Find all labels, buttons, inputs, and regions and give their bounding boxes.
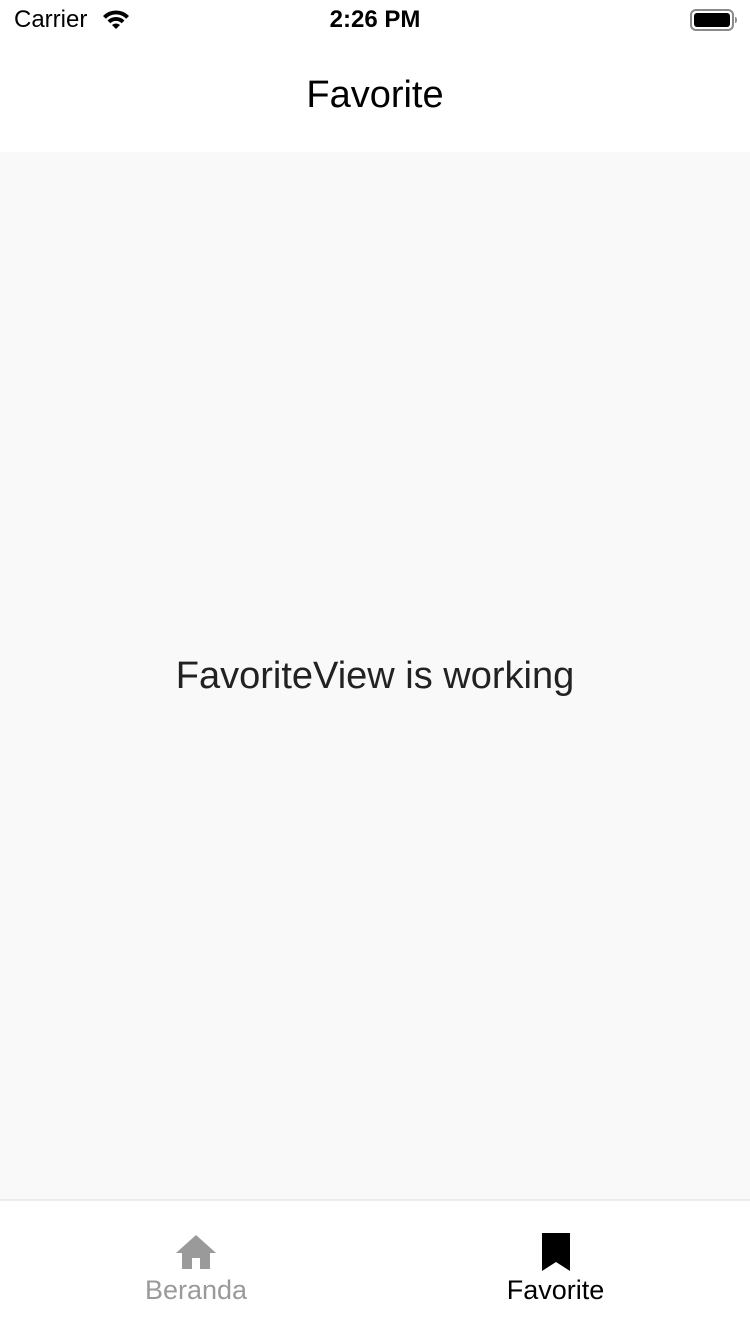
page-title: Favorite (306, 74, 444, 116)
content-area: FavoriteView is working (0, 152, 750, 1199)
navigation-bar: Favorite (0, 40, 750, 152)
home-icon (174, 1231, 218, 1275)
tab-favorite[interactable]: Favorite (368, 1201, 743, 1334)
bookmark-icon (534, 1231, 578, 1275)
tab-beranda[interactable]: Beranda (10, 1201, 382, 1334)
status-bar: Carrier 2:26 PM (0, 0, 750, 40)
battery-icon (690, 8, 738, 32)
tab-label-favorite: Favorite (506, 1275, 605, 1305)
tab-bar: Beranda Favorite (0, 1199, 750, 1334)
favorite-view-message: FavoriteView is working (175, 655, 575, 697)
tab-label-beranda: Beranda (144, 1275, 248, 1305)
app-screen: Carrier 2:26 PM Favorite FavoriteView is… (0, 0, 750, 1334)
status-time: 2:26 PM (329, 6, 421, 33)
